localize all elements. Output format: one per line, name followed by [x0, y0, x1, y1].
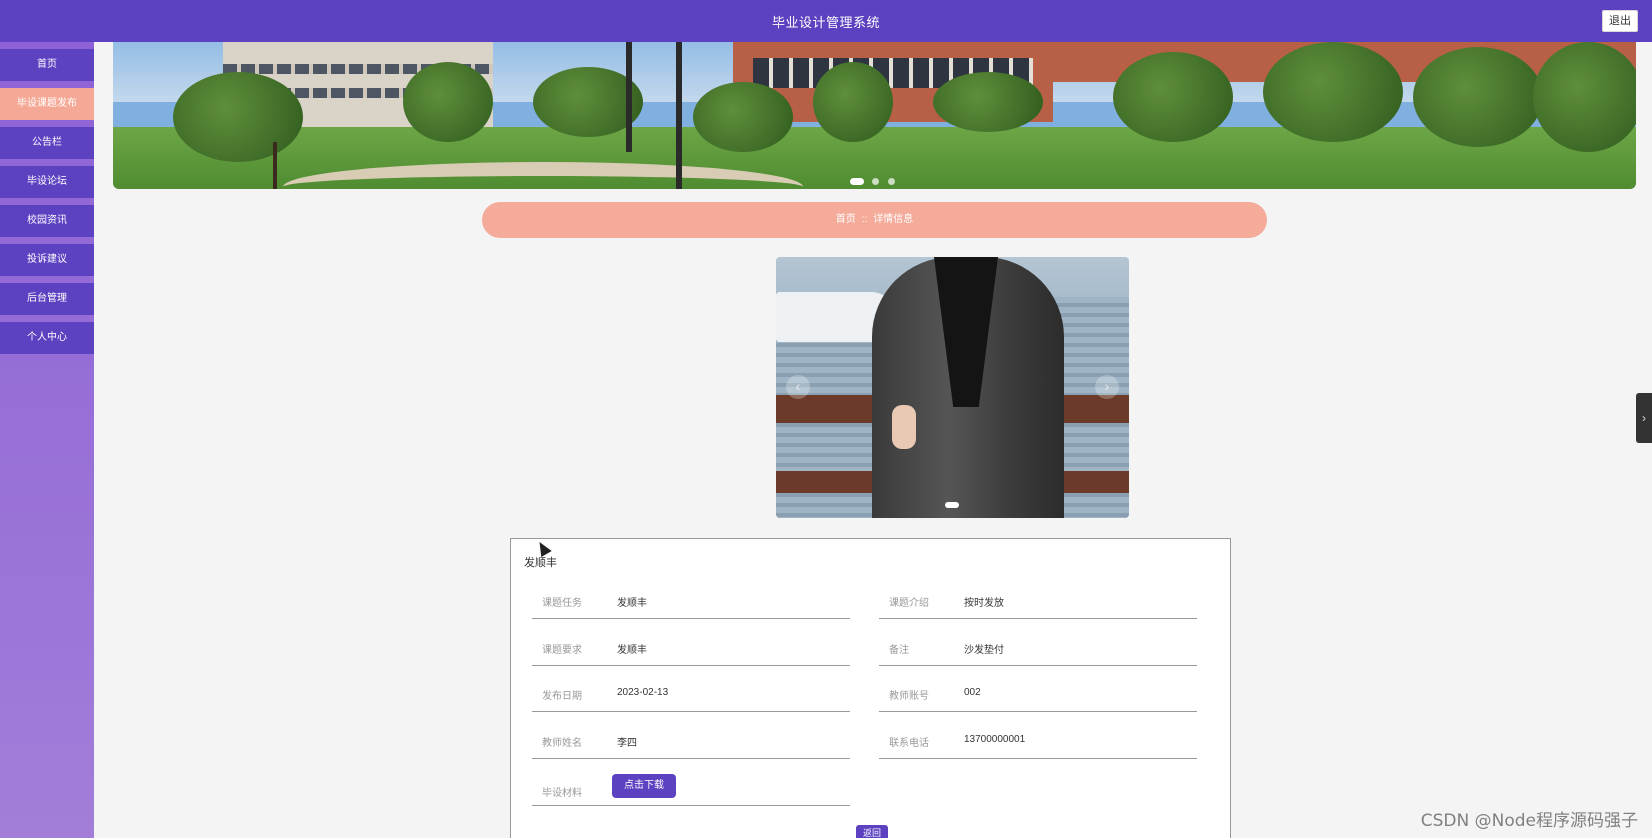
photo-person	[872, 257, 1064, 518]
banner-dot[interactable]	[887, 178, 895, 185]
field-label: 教师姓名	[542, 738, 582, 749]
sidebar-item-campus-news[interactable]: 校园资讯	[0, 205, 94, 237]
field-value: 13700000001	[964, 734, 1026, 745]
sidebar-item-personal-center[interactable]: 个人中心	[0, 322, 94, 354]
detail-image-carousel[interactable]: ‹ ›	[776, 257, 1129, 518]
banner-tree	[1263, 42, 1403, 142]
field-value: 2023-02-13	[617, 687, 669, 698]
detail-field: 课题任务 发顺丰	[532, 579, 850, 619]
banner-tree	[173, 72, 303, 162]
banner-dot[interactable]	[850, 178, 864, 185]
photo-shirt	[934, 257, 998, 407]
field-value: 李四	[617, 738, 637, 749]
sidebar-item-topic-publish[interactable]: 毕设课题发布	[0, 88, 94, 120]
sidebar-item-home[interactable]: 首页	[0, 49, 94, 81]
detail-field: 备注 沙发垫付	[879, 626, 1197, 666]
detail-field: 课题介绍 按时发放	[879, 579, 1197, 619]
chevron-right-icon[interactable]: ›	[1636, 393, 1652, 443]
banner-tree	[1113, 52, 1233, 142]
banner-tree-trunk	[273, 142, 277, 189]
chevron-left-icon[interactable]: ‹	[786, 375, 810, 399]
field-value: 发顺丰	[617, 645, 647, 656]
photo-hand	[892, 405, 916, 449]
field-label: 备注	[889, 645, 909, 656]
sidebar-item-admin[interactable]: 后台管理	[0, 283, 94, 315]
detail-panel: 发顺丰 课题任务 发顺丰 课题介绍 按时发放 课题要求 发顺丰 备注 沙发垫付 …	[510, 538, 1231, 838]
carousel-dot[interactable]	[945, 502, 959, 508]
banner-lamp-pole	[626, 42, 632, 152]
sidebar: 首页 毕设课题发布 公告栏 毕设论坛 校园资讯 投诉建议 后台管理 个人中心	[0, 42, 94, 838]
breadcrumb-current: 详情信息	[873, 214, 914, 225]
field-label: 联系电话	[889, 738, 929, 749]
sidebar-item-feedback[interactable]: 投诉建议	[0, 244, 94, 276]
banner-tree	[693, 82, 793, 152]
logout-button[interactable]: 退出	[1602, 10, 1638, 32]
field-label: 教师账号	[889, 691, 929, 702]
field-value: 按时发放	[964, 598, 1004, 609]
sidebar-item-notice-board[interactable]: 公告栏	[0, 127, 94, 159]
watermark: CSDN @Node程序源码强子	[1420, 811, 1638, 831]
detail-field: 教师账号 002	[879, 672, 1197, 712]
banner-tree	[1413, 47, 1543, 147]
banner-tree	[933, 72, 1043, 132]
banner-tree	[813, 62, 893, 142]
banner-tree	[403, 62, 493, 142]
field-label: 毕设材料	[542, 788, 582, 799]
field-label: 课题任务	[542, 598, 582, 609]
banner-tree	[1533, 42, 1636, 152]
field-label: 课题介绍	[889, 598, 929, 609]
field-label: 发布日期	[542, 691, 582, 702]
detail-field: 课题要求 发顺丰	[532, 626, 850, 666]
sidebar-item-forum[interactable]: 毕设论坛	[0, 166, 94, 198]
detail-field: 联系电话 13700000001	[879, 719, 1197, 759]
back-button[interactable]: 返回	[856, 825, 888, 838]
top-bar: 毕业设计管理系统 退出	[0, 0, 1652, 42]
download-button[interactable]: 点击下载	[612, 774, 676, 798]
field-value: 发顺丰	[617, 598, 647, 609]
app-title: 毕业设计管理系统	[771, 15, 880, 30]
detail-field: 发布日期 2023-02-13	[532, 672, 850, 712]
breadcrumb: 首页:: 详情信息	[482, 202, 1267, 238]
chevron-right-icon[interactable]: ›	[1095, 375, 1119, 399]
banner-carousel[interactable]	[113, 42, 1636, 189]
banner-pagination[interactable]	[850, 172, 899, 185]
breadcrumb-separator: ::	[861, 214, 868, 225]
detail-field: 教师姓名 李四	[532, 719, 850, 759]
field-value: 002	[964, 687, 981, 698]
detail-field-material: 毕设材料 点击下载	[532, 766, 850, 806]
breadcrumb-home[interactable]: 首页	[836, 214, 856, 225]
field-value: 沙发垫付	[964, 645, 1004, 656]
banner-lamp-pole	[676, 42, 682, 189]
field-label: 课题要求	[542, 645, 582, 656]
